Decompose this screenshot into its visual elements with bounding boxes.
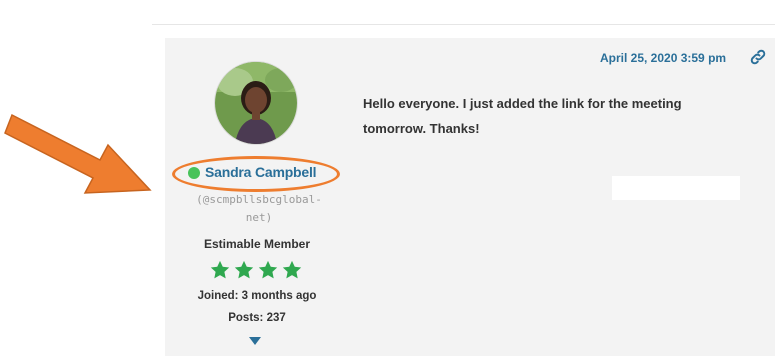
- star-icon: [257, 259, 279, 281]
- joined-info: Joined: 3 months ago: [197, 290, 317, 302]
- avatar[interactable]: [215, 62, 297, 144]
- star-icon: [209, 259, 231, 281]
- forum-post: Sandra Campbell (@scmpbllsbcglobal- net)…: [165, 38, 775, 356]
- blank-field: [612, 176, 740, 200]
- star-icon: [233, 259, 255, 281]
- rank-stars: [209, 259, 309, 281]
- chevron-down-icon[interactable]: [249, 337, 261, 345]
- annotation-arrow: [4, 113, 152, 194]
- author-handle-line-2: net): [245, 211, 273, 224]
- annotation-circle: [172, 156, 340, 192]
- post-content: Hello everyone. I just added the link fo…: [363, 96, 682, 136]
- member-rank: Estimable Member: [203, 237, 311, 251]
- author-handle-line-1: (@scmpbllsbcglobal-: [196, 193, 322, 206]
- star-icon: [281, 259, 303, 281]
- post-count: Posts: 237: [228, 312, 286, 324]
- top-divider-bar: [152, 0, 775, 25]
- post-date[interactable]: April 25, 2020 3:59 pm: [600, 51, 726, 65]
- link-icon[interactable]: [749, 48, 767, 66]
- author-handle: (@scmpbllsbcglobal- net): [179, 191, 339, 227]
